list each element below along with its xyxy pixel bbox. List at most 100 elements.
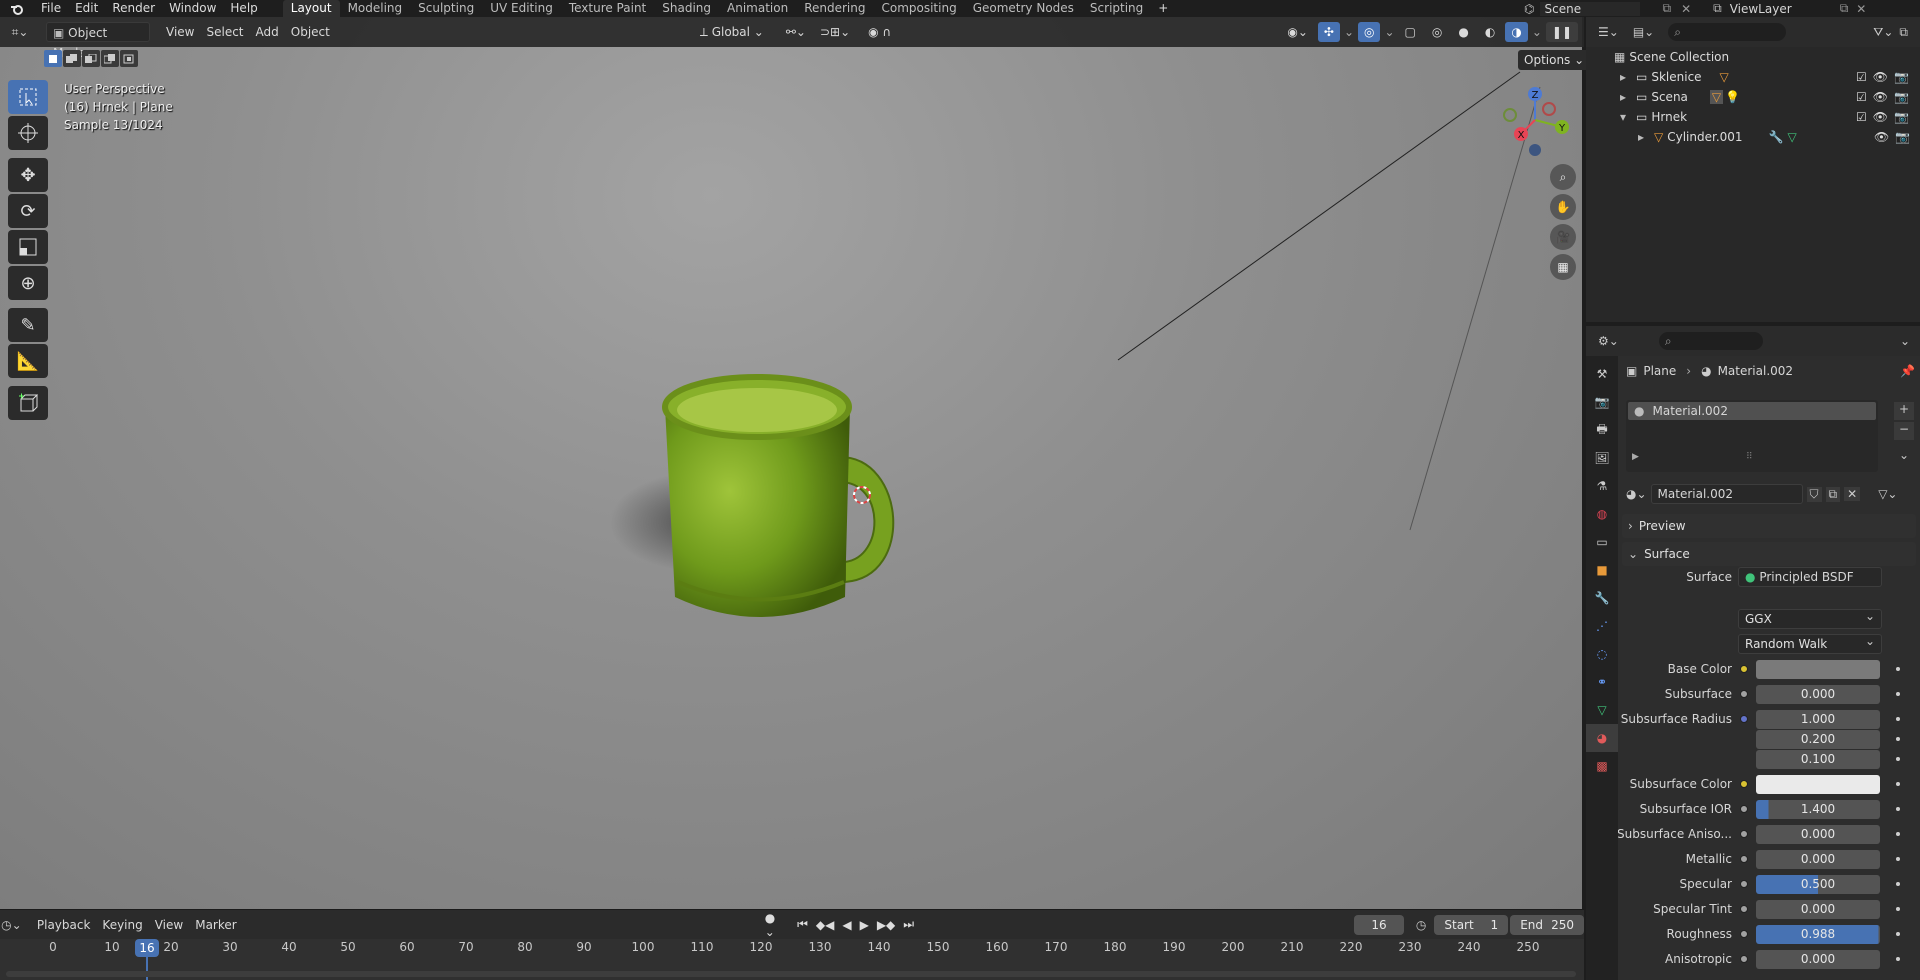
properties-editor-icon[interactable]: ⚙⌄ [1598, 334, 1619, 348]
display-mode-icon[interactable]: ▤⌄ [1633, 25, 1654, 39]
keyframe-dot-icon[interactable] [1896, 907, 1900, 911]
physics-tab-icon[interactable]: ◌ [1586, 640, 1618, 668]
menu-window[interactable]: Window [162, 0, 223, 17]
camera-render-icon[interactable]: 📷 [1895, 130, 1910, 144]
timeline-menu-playback[interactable]: Playback ⌄ [31, 915, 97, 952]
overlays-toggle-icon[interactable]: ◎ [1358, 22, 1381, 42]
socket-dot-icon[interactable] [1740, 805, 1748, 813]
surface-shader-dropdown[interactable]: ● Principled BSDF [1738, 567, 1882, 587]
autokey-record-icon[interactable]: ● ⌄ [765, 911, 781, 939]
shading-wireframe-icon[interactable]: ◎ [1426, 22, 1448, 42]
socket-dot-icon[interactable] [1740, 690, 1748, 698]
scene-collection-row[interactable]: ▦ Scene Collection [1586, 47, 1920, 67]
new-view-layer-icon[interactable]: ⧉ [1840, 1, 1849, 16]
keyframe-dot-icon[interactable] [1896, 807, 1900, 811]
keyframe-dot-icon[interactable] [1896, 737, 1900, 741]
ortho-grid-icon[interactable]: ▦ [1550, 254, 1576, 280]
camera-render-icon[interactable]: 📷 [1894, 110, 1909, 124]
annotate-tool-icon[interactable]: ✎ [8, 308, 48, 342]
shading-material-icon[interactable]: ◐ [1479, 22, 1501, 42]
list-resize-handle[interactable]: ⠿ [1746, 452, 1753, 462]
timeline-editor-icon[interactable]: ◷⌄ [0, 918, 23, 932]
socket-dot-icon[interactable] [1740, 930, 1748, 938]
outliner-item-scena[interactable]: ▸ ▭ Scena ▽ 💡 ☑ 👁 📷 [1586, 87, 1920, 107]
properties-options-icon[interactable]: ⌄ [1900, 334, 1910, 348]
transform-orientation-dropdown[interactable]: ⟂ Global ⌄ [694, 22, 772, 42]
fake-user-shield-icon[interactable]: ⛉ [1806, 486, 1822, 502]
socket-dot-icon[interactable] [1740, 665, 1748, 673]
add-slot-button[interactable]: + [1894, 402, 1914, 420]
outliner-item-cylinder[interactable]: ▸ ▽ Cylinder.001 🔧 ▽ 👁 📷 [1586, 127, 1920, 147]
timeline-menu-marker[interactable]: Marker [189, 915, 242, 935]
mode-dropdown[interactable]: ▣ Object Mode ⌄ [46, 22, 150, 60]
menu-file[interactable]: File [34, 0, 68, 17]
jump-start-icon[interactable]: ⏮ [797, 917, 808, 932]
rotate-tool-icon[interactable]: ⟳ [8, 194, 48, 228]
socket-dot-icon[interactable] [1740, 955, 1748, 963]
link-data-icon[interactable]: ▽⌄ [1878, 487, 1897, 501]
close-view-layer-icon[interactable]: ✕ [1856, 2, 1866, 16]
number-field[interactable]: 1.000 [1756, 709, 1880, 729]
workspace-tab-sculpting[interactable]: Sculpting [410, 0, 482, 17]
pin-icon[interactable]: 📌 [1900, 364, 1915, 378]
socket-dot-icon[interactable] [1740, 880, 1748, 888]
shading-solid-icon[interactable]: ● [1452, 22, 1474, 42]
scene-name-field[interactable]: Scene [1540, 1, 1641, 16]
socket-dot-icon[interactable] [1740, 780, 1748, 788]
collapse-arrow-icon[interactable]: ▾ [1620, 110, 1636, 124]
eye-icon[interactable]: 👁 [1874, 130, 1889, 144]
socket-dot-icon[interactable] [1740, 905, 1748, 913]
outliner-item-hrnek[interactable]: ▾ ▭ Hrnek ☑ 👁 📷 [1586, 107, 1920, 127]
particles-tab-icon[interactable]: ⋰ [1586, 612, 1618, 640]
snap-toggle-icon[interactable]: ⊃⊞⌄ [814, 22, 856, 42]
select-new-icon[interactable] [44, 50, 62, 67]
data-tab-icon[interactable]: ▽ [1586, 696, 1618, 724]
subsurface-method-dropdown[interactable]: Random Walk [1738, 632, 1882, 654]
texture-tab-icon[interactable]: ▩ [1586, 752, 1618, 780]
number-field[interactable]: 0.200 [1756, 729, 1880, 749]
editor-type-icon[interactable]: ⌗⌄ [0, 25, 40, 40]
workspace-tab-scripting[interactable]: Scripting [1082, 0, 1151, 17]
properties-search-input[interactable]: ⌕ [1658, 332, 1763, 350]
workspace-tab-texture-paint[interactable]: Texture Paint [561, 0, 654, 17]
workspace-tab-animation[interactable]: Animation [719, 0, 796, 17]
checkbox-icon[interactable]: ☑ [1856, 90, 1867, 104]
slot-menu-button[interactable]: ⌄ [1894, 448, 1914, 466]
play-icon[interactable]: ▶ [860, 918, 869, 932]
keyframe-dot-icon[interactable] [1896, 692, 1900, 696]
number-field[interactable]: 0.000 [1756, 824, 1880, 844]
render-tab-icon[interactable]: 📷 [1586, 388, 1618, 416]
number-field[interactable]: 1.400 [1756, 799, 1880, 819]
options-dropdown[interactable]: Options ⌄ [1518, 50, 1591, 70]
number-field[interactable]: 0.500 [1756, 874, 1880, 894]
blender-logo-icon[interactable] [0, 3, 34, 15]
view-layer-icon[interactable]: ⧉ [1713, 1, 1722, 16]
shading-rendered-icon[interactable]: ◑ [1505, 22, 1528, 42]
scene-icon[interactable]: ⌬ [1524, 2, 1534, 16]
cursor-tool-icon[interactable] [8, 116, 48, 150]
close-scene-icon[interactable]: ✕ [1681, 2, 1691, 16]
surface-panel-header[interactable]: ⌄ Surface [1622, 542, 1916, 566]
duplicate-material-icon[interactable]: ⧉ [1825, 486, 1841, 502]
socket-dot-icon[interactable] [1740, 830, 1748, 838]
keyframe-dot-icon[interactable] [1896, 667, 1900, 671]
distribution-dropdown[interactable]: GGX [1738, 607, 1882, 629]
zoom-icon[interactable]: ⌕ [1550, 164, 1576, 190]
measure-tool-icon[interactable]: 📐 [8, 344, 48, 378]
add-cube-tool-icon[interactable] [8, 386, 48, 420]
keyframe-dot-icon[interactable] [1896, 882, 1900, 886]
navigation-gizmo[interactable]: Z Y X [1490, 80, 1580, 160]
socket-dot-icon[interactable] [1740, 715, 1748, 723]
3d-viewport[interactable] [0, 17, 1584, 909]
select-extend-icon[interactable] [63, 50, 81, 67]
menu-edit[interactable]: Edit [68, 0, 105, 17]
number-field[interactable]: 0.988 [1756, 924, 1880, 944]
viewport-menu-select[interactable]: Select [200, 22, 249, 42]
keyframe-dot-icon[interactable] [1896, 832, 1900, 836]
keyframe-dot-icon[interactable] [1896, 957, 1900, 961]
workspace-tab-shading[interactable]: Shading [654, 0, 719, 17]
view-layer-tab-icon[interactable]: 🖼 [1586, 444, 1618, 472]
output-tab-icon[interactable]: 🖶 [1586, 416, 1618, 444]
checkbox-icon[interactable]: ☑ [1856, 70, 1867, 84]
gizmo-toggle-icon[interactable]: ✣ [1317, 22, 1340, 42]
